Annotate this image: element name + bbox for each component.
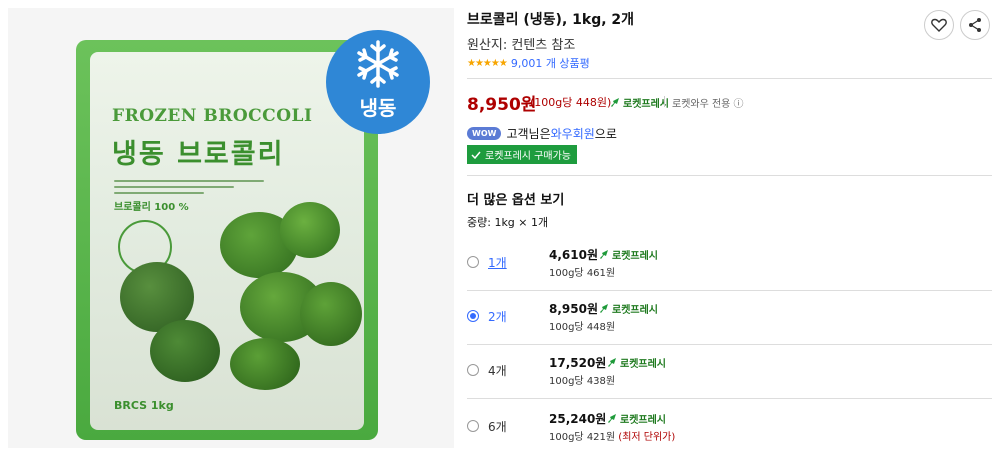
option-row-selected[interactable]: 2개 8,950원 로켓프레시 100g당 448원: [467, 290, 992, 342]
option-radio[interactable]: [467, 256, 479, 268]
option-quantity[interactable]: 4개: [488, 362, 507, 379]
bag-brand-en: FROZEN BROCCOLI: [112, 106, 313, 126]
option-row[interactable]: 4개 17,520원 로켓프레시 100g당 438원: [467, 344, 992, 396]
option-price: 4,610원: [549, 248, 598, 262]
option-rocket-label: 로켓프레시: [612, 251, 658, 262]
rocket-wow-only-info[interactable]: 로켓와우 전용 ⓘ: [672, 95, 744, 110]
snowflake-icon: [357, 40, 399, 88]
wow-badge: WOW: [467, 127, 502, 140]
origin-info: 원산지: 컨텐츠 참조: [467, 38, 576, 53]
more-options-title: 더 많은 옵션 보기: [467, 193, 565, 208]
divider: [467, 78, 992, 79]
option-row[interactable]: 1개 4,610원 로켓프레시 100g당 461원: [467, 236, 992, 288]
broccoli-floret: [280, 202, 340, 258]
option-unit-price: 100g당 461원: [549, 268, 616, 279]
option-rocket-badge: 로켓프레시: [598, 301, 658, 316]
lowest-unit-price-note: (최저 단위가): [615, 432, 676, 443]
broccoli-floret: [300, 282, 362, 346]
unit-price: (100g당 448원): [530, 96, 612, 109]
bag-description: [114, 180, 264, 194]
option-price: 8,950원: [549, 302, 598, 316]
wow-prefix: 고객님은: [506, 127, 551, 141]
product-title: 브로콜리 (냉동), 1kg, 2개: [467, 12, 635, 28]
option-rocket-badge: 로켓프레시: [606, 355, 666, 370]
rating-row[interactable]: ★★★★★ 9,001 개 상품평: [467, 55, 590, 71]
option-radio-selected[interactable]: [467, 310, 479, 322]
option-radio[interactable]: [467, 420, 479, 432]
check-icon: [471, 151, 481, 159]
option-unit-value: 100g당 421원: [549, 432, 616, 443]
option-price: 25,240원: [549, 412, 607, 426]
option-rocket-badge: 로켓프레시: [598, 247, 658, 262]
bag-footer: BRCS 1kg: [114, 399, 174, 412]
divider: [467, 175, 992, 176]
option-radio[interactable]: [467, 364, 479, 376]
sale-price: 8,950원: [467, 95, 537, 115]
option-rocket-label: 로켓프레시: [612, 305, 658, 316]
review-count-link[interactable]: 9,001 개 상품평: [511, 55, 590, 71]
rocket-icon: [608, 358, 616, 367]
product-image[interactable]: FROZEN BROCCOLI 냉동 브로콜리 브로콜리 100 % BRCS …: [8, 8, 454, 448]
bag-percent: 브로콜리 100 %: [114, 202, 189, 213]
option-rocket-label: 로켓프레시: [620, 359, 666, 370]
frozen-badge: 냉동: [326, 30, 430, 134]
wow-member-link[interactable]: 와우회원: [551, 125, 595, 142]
wow-suffix: 으로: [594, 127, 617, 141]
broccoli-floret: [150, 320, 220, 382]
rocket-fresh-available-label: 로켓프레시 구매가능: [485, 151, 571, 162]
share-icon: [969, 18, 981, 32]
option-price: 17,520원: [549, 356, 607, 370]
option-quantity[interactable]: 6개: [488, 418, 507, 435]
wishlist-button[interactable]: [924, 10, 954, 40]
rocket-icon: [608, 414, 616, 423]
option-unit-price: 100g당 448원: [549, 322, 616, 333]
wow-member-row: WOW 고객님은 와우회원 으로: [467, 125, 617, 142]
rocket-fresh-badge: 로켓프레시: [609, 95, 669, 110]
option-rocket-label: 로켓프레시: [620, 415, 666, 426]
rocket-icon: [600, 250, 608, 259]
option-rocket-badge: 로켓프레시: [606, 411, 666, 426]
weight-label: 중량: 1kg × 1개: [467, 216, 549, 229]
option-unit-price: 100g당 421원 (최저 단위가): [549, 428, 675, 443]
divider: [467, 398, 992, 399]
broccoli-floret: [230, 338, 300, 390]
bag-brand-ko: 냉동 브로콜리: [112, 139, 285, 170]
rocket-fresh-label: 로켓프레시: [623, 99, 669, 110]
bag-window: FROZEN BROCCOLI 냉동 브로콜리 브로콜리 100 % BRCS …: [90, 52, 364, 430]
option-unit-price: 100g당 438원: [549, 376, 616, 387]
share-button[interactable]: [960, 10, 990, 40]
separator: [664, 96, 665, 107]
option-quantity[interactable]: 2개: [488, 308, 507, 325]
rocket-icon: [611, 98, 619, 107]
star-rating: ★★★★★: [467, 57, 508, 69]
option-row[interactable]: 6개 25,240원 로켓프레시 100g당 421원 (최저 단위가): [467, 400, 992, 452]
frozen-badge-label: 냉동: [359, 96, 397, 120]
heart-icon: [931, 18, 947, 32]
option-quantity-link[interactable]: 1개: [488, 254, 507, 271]
rocket-fresh-available-badge: 로켓프레시 구매가능: [467, 145, 577, 164]
rocket-icon: [600, 304, 608, 313]
